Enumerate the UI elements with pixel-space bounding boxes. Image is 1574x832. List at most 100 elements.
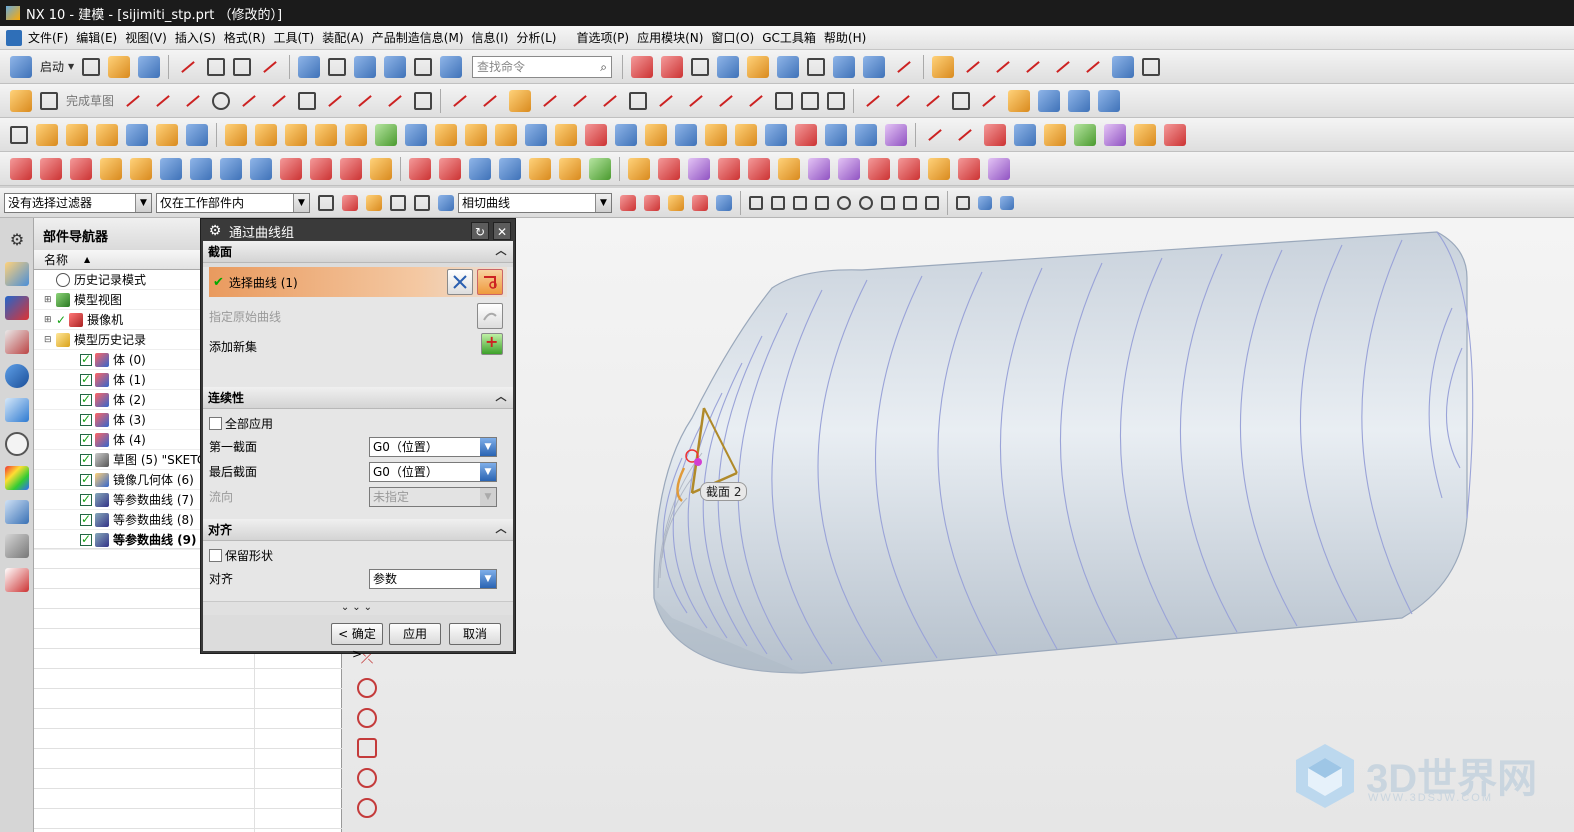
layer-settings-icon[interactable] — [863, 55, 886, 78]
fillet-icon[interactable] — [238, 90, 260, 112]
shell-icon[interactable] — [405, 123, 427, 146]
line-feature-icon[interactable] — [924, 124, 946, 146]
pull-face-icon[interactable] — [645, 123, 667, 146]
nx-menu-icon[interactable] — [6, 29, 22, 46]
follow-fillet-icon[interactable] — [644, 194, 660, 211]
menu-window[interactable]: 窗口(O) — [711, 29, 762, 46]
lens-icon[interactable] — [1134, 123, 1156, 146]
basic-line-icon[interactable] — [862, 90, 884, 112]
alignment-group-header[interactable]: 对齐 ︿ — [203, 519, 513, 541]
shaded-view-icon[interactable] — [717, 55, 740, 78]
chevron-down-icon[interactable]: ▼ — [480, 462, 496, 481]
promote-body-icon[interactable] — [838, 157, 860, 180]
datum-plane-icon[interactable] — [10, 125, 28, 144]
arc-icon[interactable] — [182, 90, 204, 112]
feature-select-icon[interactable] — [438, 194, 454, 211]
select-all-icon[interactable] — [342, 194, 358, 211]
more-options-expander[interactable]: ⌄⌄⌄ — [203, 601, 513, 615]
box-select-icon[interactable] — [414, 194, 430, 211]
four-point-surface-icon[interactable] — [10, 157, 32, 180]
more-surface-icon[interactable] — [988, 157, 1010, 180]
wcs-icon[interactable] — [833, 55, 856, 78]
chamfer-feature-icon[interactable] — [465, 123, 487, 146]
move-face-icon[interactable] — [615, 123, 637, 146]
background-icon[interactable] — [747, 55, 770, 78]
menu-gc-toolbox[interactable]: GC工具箱 — [762, 29, 824, 46]
styled-blend-icon[interactable] — [370, 157, 392, 180]
paste-icon[interactable] — [233, 57, 252, 76]
resize-blend-icon[interactable] — [735, 123, 757, 146]
reset-icon[interactable]: ↻ — [471, 222, 489, 240]
alignment-select[interactable]: 参数 ▼ — [369, 568, 497, 589]
draft-analysis-icon[interactable] — [1104, 123, 1126, 146]
curve-rule-button[interactable] — [447, 269, 473, 295]
chevron-down-icon[interactable]: ▼ — [135, 193, 151, 212]
cylinder-icon[interactable] — [825, 123, 847, 146]
close-icon[interactable]: ✕ — [493, 222, 511, 240]
chevron-up-icon[interactable]: ︿ — [493, 389, 509, 405]
point-icon[interactable] — [354, 90, 376, 112]
arc-feature-icon[interactable] — [954, 124, 976, 146]
curve-check-icon[interactable] — [1052, 56, 1074, 78]
snap-endpoint-icon[interactable] — [749, 195, 763, 210]
command-finder-icon[interactable] — [384, 55, 407, 78]
snap-on-surface-icon[interactable] — [925, 195, 939, 210]
split-body-icon[interactable] — [555, 123, 577, 146]
split-face-icon[interactable] — [718, 157, 740, 180]
sketch-icon[interactable] — [10, 89, 32, 112]
collapse-icon[interactable]: ⊟ — [44, 335, 54, 345]
dimension-icon[interactable] — [629, 91, 648, 110]
chevron-down-icon[interactable]: ▼ — [480, 437, 496, 456]
arrow-next-icon[interactable] — [716, 194, 732, 211]
boss-icon[interactable] — [126, 123, 148, 146]
sphere-icon[interactable] — [885, 123, 907, 146]
menu-analysis[interactable]: 分析(L) — [516, 29, 564, 46]
menu-info[interactable]: 信息(I) — [472, 29, 517, 46]
gear-icon[interactable]: ⚙ — [207, 223, 223, 239]
polyline-icon[interactable] — [324, 90, 346, 112]
measure-distance-icon[interactable] — [932, 55, 955, 78]
show-constraints-icon[interactable] — [715, 90, 737, 112]
ok-button[interactable]: < 确定 > — [331, 623, 383, 661]
circle-icon[interactable] — [212, 91, 231, 110]
snap-quadrant-icon[interactable] — [859, 195, 873, 210]
cut-icon[interactable] — [177, 56, 199, 78]
curvature-comb-icon[interactable] — [992, 56, 1014, 78]
global-shaping-icon[interactable] — [928, 157, 950, 180]
chevron-down-icon[interactable]: ▼ — [480, 569, 496, 588]
make-corner-icon[interactable] — [509, 89, 532, 112]
stop-at-intersection-icon[interactable] — [620, 194, 636, 211]
visibility-checkbox[interactable] — [80, 352, 92, 366]
undo-icon[interactable] — [298, 55, 321, 78]
reuse-library-icon[interactable] — [5, 364, 29, 388]
face-analysis-icon[interactable] — [1044, 123, 1066, 146]
offset-3d-icon[interactable] — [1038, 89, 1061, 112]
transition-icon[interactable] — [310, 157, 332, 180]
menu-application[interactable]: 应用模块(N) — [637, 29, 711, 46]
menu-file[interactable]: 文件(F) — [28, 29, 76, 46]
auto-constrain-icon[interactable] — [685, 90, 707, 112]
section-view-icon[interactable] — [1164, 123, 1186, 146]
menu-tools[interactable]: 工具(T) — [274, 29, 323, 46]
section-surface-icon[interactable] — [250, 157, 272, 180]
menu-assembly[interactable]: 装配(A) — [322, 29, 372, 46]
redo-icon[interactable] — [328, 57, 347, 76]
start-dropdown-icon[interactable]: ▼ — [68, 62, 76, 71]
assembly-navigator-icon[interactable] — [5, 262, 29, 286]
info-window-icon[interactable] — [440, 55, 463, 78]
select-curve-row[interactable]: ✔ 选择曲线 (1) — [209, 267, 507, 297]
apply-button[interactable]: 应用 — [389, 623, 441, 645]
x-form-icon[interactable] — [529, 157, 551, 180]
menu-format[interactable]: 格式(R) — [224, 29, 274, 46]
conic-icon[interactable] — [952, 91, 971, 110]
sketch-settings-icon[interactable] — [827, 91, 846, 110]
gear-icon[interactable]: ⚙ — [5, 228, 29, 252]
process-studio-icon[interactable] — [5, 500, 29, 524]
fit-icon[interactable] — [631, 55, 654, 78]
surface-on-surface-icon[interactable] — [898, 157, 920, 180]
copy-icon[interactable] — [207, 57, 226, 76]
rectangle-icon[interactable] — [298, 91, 317, 110]
search-icon[interactable]: ⌕ — [600, 60, 607, 75]
continuity-group-header[interactable]: 连续性 ︿ — [203, 387, 513, 409]
save-icon[interactable] — [138, 55, 161, 78]
